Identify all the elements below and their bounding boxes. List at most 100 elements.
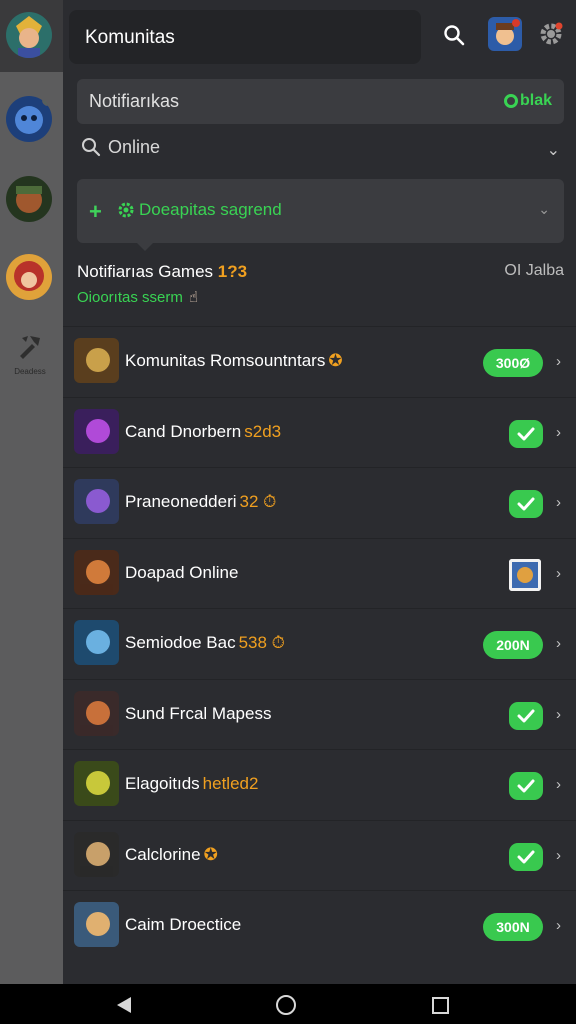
chevron-right-icon[interactable]: › bbox=[556, 917, 561, 934]
join-count-button[interactable]: 200N bbox=[483, 631, 543, 659]
list-item-title: Doapad Online bbox=[125, 562, 239, 582]
game-icon bbox=[74, 831, 119, 877]
search-icon[interactable] bbox=[443, 24, 465, 46]
page-title: Komunitas bbox=[85, 27, 175, 48]
list-item-tag: ✪ bbox=[328, 351, 343, 370]
notifications-status[interactable]: blak bbox=[503, 92, 552, 110]
notifications-bar[interactable]: Notifiarıkas blak bbox=[77, 79, 564, 124]
warrior-avatar-icon bbox=[6, 176, 52, 222]
title-field[interactable]: Komunitas bbox=[69, 10, 421, 64]
chevron-right-icon[interactable]: › bbox=[556, 494, 561, 511]
game-icon bbox=[74, 549, 119, 595]
list-item[interactable]: Komunitas Romsountntars ✪ 300Ø › bbox=[63, 326, 576, 396]
list-item-title: Elagoitıds bbox=[125, 774, 200, 793]
section-right-label[interactable]: OI Jalba bbox=[504, 262, 564, 280]
chevron-right-icon[interactable]: › bbox=[556, 776, 561, 793]
list-item-name: Doapad Online bbox=[125, 563, 238, 583]
section-title-accent: 1?3 bbox=[217, 262, 248, 281]
recents-icon[interactable] bbox=[432, 997, 449, 1014]
list-item[interactable]: Doapad Online › bbox=[63, 537, 576, 608]
joined-button[interactable] bbox=[509, 701, 543, 730]
list-item[interactable]: Praneonedderi 32 ⏱ › bbox=[63, 467, 576, 537]
game-icon bbox=[74, 338, 119, 383]
list-item-title: Cand Dnorbern bbox=[125, 421, 242, 441]
notifications-status-text: blak bbox=[519, 92, 552, 109]
search-icon bbox=[82, 138, 101, 157]
check-icon bbox=[517, 497, 535, 511]
notifications-label: Notifiarıkas bbox=[89, 91, 180, 111]
join-count-button[interactable]: 300Ø bbox=[483, 349, 543, 377]
home-icon[interactable] bbox=[276, 995, 296, 1015]
chevron-right-icon[interactable]: › bbox=[556, 565, 561, 582]
chevron-right-icon[interactable]: › bbox=[556, 424, 561, 441]
list-item[interactable]: Calclorine ✪ › bbox=[63, 819, 576, 890]
check-icon bbox=[517, 427, 535, 440]
hand-pointer-icon: ☝ bbox=[189, 289, 199, 306]
section-subtitle: Oioorıtas sserm ☝ bbox=[77, 288, 198, 306]
game-icon bbox=[74, 479, 119, 524]
server-avatar-2[interactable]: 3 bbox=[6, 96, 52, 142]
list-item[interactable]: Elagoitıds hetled2 › bbox=[63, 749, 576, 819]
system-nav-bar bbox=[0, 984, 576, 1024]
list-item[interactable]: Sund Frcal Mapess › bbox=[63, 678, 576, 749]
list-item-name: Caim Droectice bbox=[125, 915, 241, 935]
unread-badge: 3 bbox=[42, 96, 52, 106]
list-item[interactable]: Caim Droectice 300N › bbox=[63, 890, 576, 960]
joined-button[interactable] bbox=[509, 842, 543, 871]
joined-button[interactable] bbox=[509, 772, 543, 800]
list-item-title: Semiodoe Bac bbox=[125, 633, 236, 652]
list-item-title: Praneonedderi bbox=[125, 492, 237, 511]
game-icon bbox=[74, 620, 119, 665]
chevron-right-icon[interactable]: › bbox=[556, 353, 561, 370]
chevron-right-icon[interactable]: › bbox=[556, 635, 561, 652]
list-item-name: Calclorine ✪ bbox=[125, 845, 218, 865]
list-item-title: Komunitas Romsountntars bbox=[125, 351, 326, 370]
main-panel: Komunitas Notifiarıkas blak Online ⌄ + D… bbox=[63, 0, 576, 984]
list-item[interactable]: Cand Dnorbern s2d3 › bbox=[63, 396, 576, 467]
gear-icon[interactable] bbox=[537, 20, 565, 48]
chevron-right-icon[interactable]: › bbox=[556, 706, 561, 723]
status-dot-icon bbox=[503, 94, 518, 108]
list-item-title: Caim Droectice bbox=[125, 915, 242, 934]
plus-icon[interactable]: + bbox=[89, 199, 102, 225]
list-item-tag: ✪ bbox=[203, 844, 218, 864]
list-item[interactable]: Semiodoe Bac 538 ⏱ 200N › bbox=[63, 608, 576, 678]
rail-tool-label: Deadess bbox=[14, 367, 46, 376]
section-subtitle-text: Oioorıtas sserm bbox=[77, 289, 183, 306]
section-title-text: Notifiarıas Games bbox=[77, 262, 214, 281]
server-avatar-3[interactable] bbox=[6, 176, 52, 222]
list-item-tag: 538 ⏱ bbox=[238, 633, 285, 652]
list-item-tag: 32 ⏱ bbox=[239, 492, 277, 511]
thumbnail-button[interactable] bbox=[509, 558, 541, 591]
list-item-name: Komunitas Romsountntars ✪ bbox=[125, 351, 343, 371]
chevron-right-icon[interactable]: › bbox=[556, 847, 561, 864]
group-panel-text: Doeapitas sagrend bbox=[139, 200, 282, 219]
header: Komunitas bbox=[63, 0, 576, 72]
joined-button[interactable] bbox=[509, 490, 543, 518]
section-header: Notifiarıas Games 1?3 Oioorıtas sserm ☝ … bbox=[77, 252, 564, 316]
check-icon bbox=[517, 709, 535, 722]
profile-avatar[interactable] bbox=[488, 17, 522, 51]
online-label: Online bbox=[108, 137, 161, 157]
server-rail: 3 Deadess bbox=[0, 0, 63, 984]
online-filter[interactable]: Online ⌄ bbox=[77, 132, 564, 164]
check-icon bbox=[517, 779, 535, 793]
join-count-button[interactable]: 300N bbox=[483, 913, 543, 941]
list-item-name: Semiodoe Bac 538 ⏱ bbox=[125, 633, 285, 653]
group-panel[interactable]: + Doeapitas sagrend ⌄ bbox=[77, 179, 564, 251]
game-icon bbox=[74, 690, 119, 736]
rail-tool[interactable]: Deadess bbox=[6, 332, 54, 376]
list-item-title: Sund Frcal Mapess bbox=[125, 703, 272, 723]
list-item-name: Elagoitıds hetled2 bbox=[125, 774, 258, 794]
tools-icon bbox=[20, 336, 40, 359]
back-icon[interactable] bbox=[116, 996, 132, 1014]
joined-button[interactable] bbox=[509, 419, 543, 448]
thumbnail-icon bbox=[509, 558, 541, 591]
server-avatar-4[interactable] bbox=[6, 254, 52, 300]
list-item-name: Sund Frcal Mapess bbox=[125, 704, 271, 724]
chevron-down-icon[interactable]: ⌄ bbox=[538, 201, 550, 218]
list-item-tag: s2d3 bbox=[244, 421, 282, 441]
game-icon bbox=[74, 761, 119, 806]
server-avatar-1[interactable] bbox=[6, 12, 52, 58]
chevron-down-icon[interactable]: ⌄ bbox=[547, 140, 560, 160]
